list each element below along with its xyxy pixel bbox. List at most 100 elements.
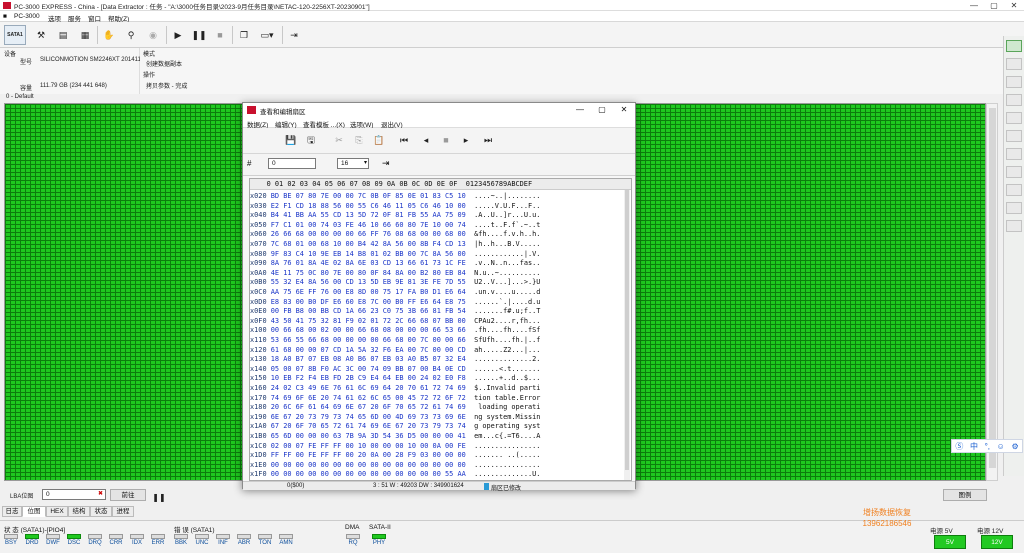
hex-row[interactable]: x0F0 43 50 41 75 32 81 F9 02 01 72 2C 66… — [250, 316, 540, 326]
copy-data-icon[interactable]: ⎘ — [353, 133, 365, 148]
lba-input[interactable]: 0 ✖ — [42, 489, 106, 500]
hex-row[interactable]: x070 7C 68 01 00 68 10 00 B4 42 8A 56 00… — [250, 239, 540, 249]
hex-row[interactable]: x0C0 AA 75 6E FF 76 00 E8 8D 00 75 17 FA… — [250, 287, 540, 297]
side-button-2[interactable] — [1006, 76, 1022, 88]
dialog-menu-bar: 数据(Z) 编辑(Y) 查看模板 ...(X) 选项(W) 退出(V) — [243, 117, 635, 129]
hex-row[interactable]: x1D0 FF FF 00 FE FF FF 00 20 0A 00 28 F9… — [250, 450, 540, 460]
stop-read-icon[interactable]: ■ — [440, 133, 452, 148]
cut-icon[interactable]: ✂ — [333, 133, 345, 148]
hand-icon[interactable]: ✋ — [100, 25, 118, 45]
hex-row[interactable]: x080 9F 83 C4 10 9E EB 14 B8 01 02 BB 00… — [250, 249, 540, 259]
lba-clear-icon[interactable]: ✖ — [98, 490, 103, 497]
dialog-maximize-icon[interactable]: ▢ — [591, 103, 613, 117]
hex-row[interactable]: x130 18 A0 B7 07 EB 08 A0 B6 07 EB 03 A0… — [250, 354, 540, 364]
tab-structure[interactable]: 结构 — [68, 506, 90, 517]
ime-chinese-toggle[interactable]: 中 — [970, 441, 978, 452]
ime-logo-icon[interactable]: Ⓢ — [955, 441, 963, 452]
copy-icon[interactable]: ❐ — [235, 25, 253, 45]
hex-row[interactable]: x1C0 02 00 07 FE FF FF 00 10 00 00 00 10… — [250, 441, 540, 451]
dialog-minimize-icon[interactable]: — — [569, 103, 591, 117]
map-scrollbar[interactable] — [986, 103, 998, 481]
pause-icon[interactable]: ❚❚ — [190, 25, 208, 45]
close-icon[interactable]: ✕ — [1004, 0, 1024, 11]
power-5v[interactable]: 电源 5V 5V — [930, 525, 970, 552]
side-button-5[interactable] — [1006, 130, 1022, 142]
hex-row[interactable]: x030 E2 F1 CD 18 88 56 00 55 C6 46 11 05… — [250, 201, 540, 211]
monitor-icon[interactable]: ▭▾ — [256, 25, 278, 45]
hex-row[interactable]: x150 10 EB F2 F4 EB FD 2B C9 E4 64 EB 00… — [250, 373, 540, 383]
pause-map-icon[interactable]: ❚❚ — [150, 487, 168, 507]
hex-row[interactable]: x1A0 67 20 6F 70 65 72 61 74 69 6E 67 20… — [250, 421, 540, 431]
hex-row-ascii: .......f#.u;f..T — [474, 307, 541, 316]
tab-log[interactable]: 日志 — [2, 506, 22, 517]
side-button-9[interactable] — [1006, 202, 1022, 214]
next-sector-icon[interactable]: ▸ — [460, 133, 472, 148]
goto-exit-icon[interactable]: ⇥ — [382, 158, 390, 169]
legend-button[interactable]: 图例 — [943, 489, 987, 501]
hex-row[interactable]: x060 26 66 68 00 00 00 00 66 FF 76 08 68… — [250, 229, 540, 239]
hex-row[interactable]: x0E0 00 FB B8 00 BB CD 1A 66 23 C0 75 3B… — [250, 306, 540, 316]
play-icon[interactable]: ▶ — [169, 25, 187, 45]
hex-scrollbar[interactable] — [624, 190, 630, 480]
prev-sector-icon[interactable]: ◂ — [420, 133, 432, 148]
hex-row[interactable]: x040 B4 41 BB AA 55 CD 13 5D 72 0F 81 FB… — [250, 210, 540, 220]
hex-row[interactable]: x0D0 E8 83 00 B0 DF E6 60 E8 7C 00 B0 FF… — [250, 297, 540, 307]
power-12v[interactable]: 电源 12V 12V — [977, 525, 1017, 552]
hex-row[interactable]: x170 74 69 6F 6E 20 74 61 62 6C 65 00 45… — [250, 393, 540, 403]
hex-row[interactable]: x100 00 66 68 00 02 00 00 66 68 08 00 00… — [250, 325, 540, 335]
tab-process[interactable]: 进程 — [112, 506, 134, 517]
tab-status[interactable]: 状态 — [90, 506, 112, 517]
side-button-10[interactable] — [1006, 220, 1022, 232]
side-button-6[interactable] — [1006, 148, 1022, 160]
stop-icon[interactable]: ■ — [211, 25, 229, 45]
paste-icon[interactable]: 📋 — [373, 133, 385, 148]
dialog-close-icon[interactable]: ✕ — [613, 103, 635, 117]
hex-row[interactable]: x120 61 68 00 00 07 CD 1A 5A 32 F6 EA 00… — [250, 345, 540, 355]
sector-offset-input[interactable]: 0 — [268, 158, 316, 169]
last-sector-icon[interactable]: ⏭ — [482, 133, 494, 148]
side-button-8[interactable] — [1006, 184, 1022, 196]
side-button-1[interactable] — [1006, 58, 1022, 70]
hex-row[interactable]: x110 53 66 55 66 68 00 00 00 00 66 68 00… — [250, 335, 540, 345]
minimize-icon[interactable]: — — [964, 0, 984, 11]
tools-icon[interactable]: ⚒ — [32, 25, 50, 45]
hex-row-ascii: em...c{.=T6....A — [474, 432, 541, 440]
radix-select[interactable]: 16 ▾ — [337, 158, 369, 169]
disk-icon[interactable]: ◉ — [144, 25, 162, 45]
save-icon[interactable]: 💾 — [285, 133, 297, 148]
hex-row[interactable]: x190 6E 67 20 73 79 73 74 65 6D 00 4D 69… — [250, 412, 540, 422]
pc3000-menu-icon[interactable]: ■ — [3, 13, 7, 20]
hex-row[interactable]: x180 20 6C 6F 61 64 69 6E 67 20 6F 70 65… — [250, 402, 540, 412]
binoculars-icon[interactable]: ⚲ — [122, 25, 140, 45]
first-sector-icon[interactable]: ⏮ — [398, 133, 410, 148]
tab-hex[interactable]: HEX — [46, 506, 68, 517]
hex-row[interactable]: x160 24 02 C3 49 6E 76 61 6C 69 64 20 70… — [250, 383, 540, 393]
maximize-icon[interactable]: ▢ — [984, 0, 1004, 11]
forward-button[interactable]: 前往 — [110, 489, 146, 501]
hex-row[interactable]: x140 05 00 07 8B F0 AC 3C 00 74 09 BB 07… — [250, 364, 540, 374]
capacity-value: 111.79 GB (234 441 648) — [40, 83, 107, 89]
hex-row[interactable]: x1F0 00 00 00 00 00 00 00 00 00 00 00 00… — [250, 469, 540, 479]
side-button-4[interactable] — [1006, 112, 1022, 124]
hex-row[interactable]: x020 BD BE 07 80 7E 00 00 7C 0B 0F 85 0E… — [250, 191, 540, 201]
ime-emoji-icon[interactable]: ☺ — [997, 442, 1005, 451]
hex-row[interactable]: x1E0 00 00 00 00 00 00 00 00 00 00 00 00… — [250, 460, 540, 470]
side-button-7[interactable] — [1006, 166, 1022, 178]
hex-row[interactable]: x050 F7 C1 01 00 74 03 FE 46 10 66 60 80… — [250, 220, 540, 230]
hex-row[interactable]: x1B0 65 6D 00 00 00 63 7B 9A 3D 54 36 D5… — [250, 431, 540, 441]
tab-bitmap[interactable]: 位图 — [22, 506, 46, 517]
document-icon[interactable]: ▤ — [54, 25, 72, 45]
table-icon[interactable]: ▦ — [76, 25, 94, 45]
sata-port-button[interactable]: SATA1 — [4, 25, 26, 45]
ime-punctuation-toggle[interactable]: °, — [985, 442, 990, 451]
hex-row[interactable]: x0A0 4E 11 75 0C 80 7E 00 80 0F 84 8A 00… — [250, 268, 540, 278]
save-as-icon[interactable]: 🖫 — [305, 133, 317, 148]
green-device-icon[interactable] — [1006, 40, 1022, 52]
ime-settings-icon[interactable]: ⚙ — [1011, 442, 1018, 451]
hex-row[interactable]: x0B0 55 32 E4 8A 56 00 CD 13 5D EB 9E 81… — [250, 277, 540, 287]
hex-view[interactable]: 0 01 02 03 04 05 06 07 08 09 0A 0B 0C 0D… — [249, 178, 632, 481]
side-button-3[interactable] — [1006, 94, 1022, 106]
exit-icon[interactable]: ⇥ — [285, 25, 303, 45]
menu-pc3000[interactable]: PC-3000 — [14, 13, 40, 20]
hex-row[interactable]: x090 8A 76 01 8A 4E 02 8A 6E 03 CD 13 66… — [250, 258, 540, 268]
